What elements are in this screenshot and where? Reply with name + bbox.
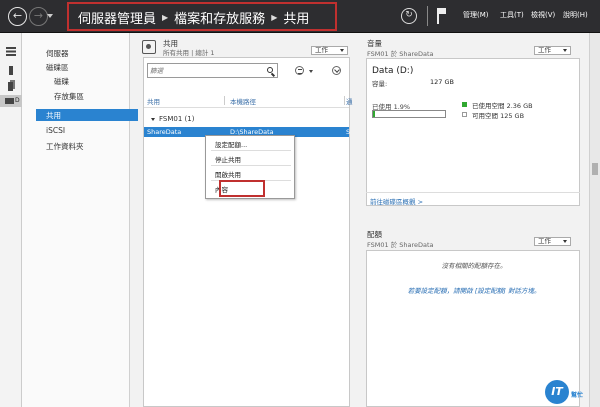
nav-item-shares-label: 共用 xyxy=(46,111,61,120)
menu-tools[interactable]: 工具(T) xyxy=(500,10,524,20)
breadcrumb-item-file-storage[interactable]: 檔案和存放服務 xyxy=(174,8,265,27)
file-services-icon xyxy=(5,98,14,104)
local-server-icon[interactable] xyxy=(9,66,13,75)
breadcrumb-separator-icon: ▶ xyxy=(162,13,169,22)
menu-item-open-share[interactable]: 開啟共用 xyxy=(215,169,241,179)
nav-item-shares[interactable]: 共用 xyxy=(36,109,140,121)
chevron-down-icon xyxy=(340,48,344,52)
dashboard-icon[interactable] xyxy=(6,47,16,56)
breadcrumb-separator-icon: ▶ xyxy=(271,13,278,22)
divider xyxy=(427,6,428,26)
column-divider xyxy=(344,96,345,105)
cell-protocol: S xyxy=(346,128,351,136)
nav-item-storage-pools[interactable]: 存放集區 xyxy=(54,91,84,102)
icon-strip: D xyxy=(0,33,22,407)
capacity-label: 容量: xyxy=(372,80,388,88)
menu-item-set-quota[interactable]: 設定配額... xyxy=(215,139,247,149)
chevron-down-icon xyxy=(563,48,567,52)
shares-tasks-button[interactable]: 工作 xyxy=(311,46,348,55)
volume-tasks-button[interactable]: 工作 xyxy=(534,46,571,55)
column-header-protocol[interactable]: 通 xyxy=(346,96,353,106)
properties-highlight xyxy=(219,180,265,197)
nav-item-servers[interactable]: 伺服器 xyxy=(46,48,69,59)
grouping-dropdown-icon[interactable] xyxy=(309,70,313,73)
used-space-legend: 已使用空間 2.36 GB xyxy=(472,102,533,110)
watermark-logo: IT 幫忙 xyxy=(545,380,597,404)
volume-name: Data (D:) xyxy=(372,66,414,76)
expand-chevron-icon[interactable] xyxy=(332,66,341,75)
file-services-label: D xyxy=(15,97,20,104)
shares-icon xyxy=(142,40,156,54)
logo-badge: IT xyxy=(545,380,569,404)
go-to-volumes-link[interactable]: 前往磁碟區概觀 > xyxy=(370,196,423,206)
quota-subtitle: FSM01 於 ShareData xyxy=(367,241,434,249)
no-quota-message: 沒有相關的配額存在。 xyxy=(441,262,507,270)
volume-details: Data (D:) 容量: 127 GB 已使用 1.9% 已使用空間 2.36… xyxy=(366,58,580,206)
column-divider xyxy=(224,96,225,105)
tasks-label: 工作 xyxy=(538,46,551,54)
history-dropdown-icon[interactable] xyxy=(47,14,53,18)
menu-separator xyxy=(211,165,291,166)
collapse-triangle-icon[interactable] xyxy=(151,117,155,121)
menu-help[interactable]: 說明(H) xyxy=(563,10,588,20)
cell-share: ShareData xyxy=(147,128,182,136)
capacity-value: 127 GB xyxy=(430,78,454,86)
forward-arrow-icon[interactable]: → xyxy=(29,7,48,26)
grouping-list-icon[interactable] xyxy=(295,66,304,75)
notifications-flag-icon[interactable] xyxy=(437,8,446,24)
group-label: FSM01 (1) xyxy=(159,115,195,123)
tasks-label: 工作 xyxy=(315,46,328,54)
breadcrumb-item-shares[interactable]: 共用 xyxy=(283,8,309,27)
title-bar: ← → 伺服器管理員 ▶ 檔案和存放服務 ▶ 共用 ↻ 管理(M) 工具(T) … xyxy=(0,0,600,33)
usage-bar-fill xyxy=(373,111,375,117)
refresh-icon[interactable]: ↻ xyxy=(401,8,417,24)
filter-input[interactable] xyxy=(150,66,260,76)
nav-item-work-folders[interactable]: 工作資料夾 xyxy=(46,141,84,152)
nav-item-disks[interactable]: 磁碟 xyxy=(54,76,69,87)
used-space-swatch xyxy=(462,102,467,107)
usage-bar xyxy=(372,110,446,118)
free-space-legend: 可用空間 125 GB xyxy=(472,112,525,120)
shares-list: 共用 本機路徑 通 FSM01 (1) ShareData D:\ShareDa… xyxy=(143,57,353,407)
configure-quota-link[interactable]: 若要設定配額，請開啟 [設定配額] 對話方塊。 xyxy=(367,285,581,295)
tasks-label: 工作 xyxy=(538,237,551,245)
menu-view[interactable]: 檢視(V) xyxy=(531,10,555,20)
filter-box[interactable] xyxy=(147,63,278,78)
menu-separator xyxy=(211,150,291,151)
vertical-scrollbar[interactable] xyxy=(589,33,600,407)
scrollbar-thumb[interactable] xyxy=(592,163,598,175)
group-header[interactable]: FSM01 (1) xyxy=(151,115,194,123)
breadcrumb-item-server-manager[interactable]: 伺服器管理員 xyxy=(78,8,156,27)
menu-manage[interactable]: 管理(M) xyxy=(463,10,489,20)
header-divider xyxy=(144,107,349,108)
free-space-swatch xyxy=(462,112,467,117)
divider xyxy=(366,192,580,193)
nav-item-iscsi[interactable]: iSCSI xyxy=(46,126,65,135)
logo-subtext: 幫忙 xyxy=(571,392,584,399)
volume-subtitle: FSM01 於 ShareData xyxy=(367,50,434,58)
search-icon[interactable] xyxy=(267,67,273,73)
menu-item-stop-sharing[interactable]: 停止共用 xyxy=(215,154,241,164)
chevron-down-icon xyxy=(563,239,567,243)
quota-tasks-button[interactable]: 工作 xyxy=(534,237,571,246)
back-arrow-icon[interactable]: ← xyxy=(8,7,27,26)
column-header-share[interactable]: 共用 xyxy=(147,96,160,106)
navigation-pane: 伺服器 磁碟區 磁碟 存放集區 共用 iSCSI 工作資料夾 xyxy=(22,33,140,407)
nav-item-volumes[interactable]: 磁碟區 xyxy=(46,62,69,73)
breadcrumb: 伺服器管理員 ▶ 檔案和存放服務 ▶ 共用 xyxy=(78,8,309,27)
column-header-local-path[interactable]: 本機路徑 xyxy=(230,96,256,106)
all-servers-icon[interactable] xyxy=(8,82,13,91)
shares-subtitle: 所有共用 | 總計 1 xyxy=(163,49,215,57)
file-services-nav-item[interactable]: D xyxy=(0,95,22,107)
shares-panel: 共用 所有共用 | 總計 1 工作 共用 本機路徑 通 FSM01 (1) Sh… xyxy=(138,38,355,407)
